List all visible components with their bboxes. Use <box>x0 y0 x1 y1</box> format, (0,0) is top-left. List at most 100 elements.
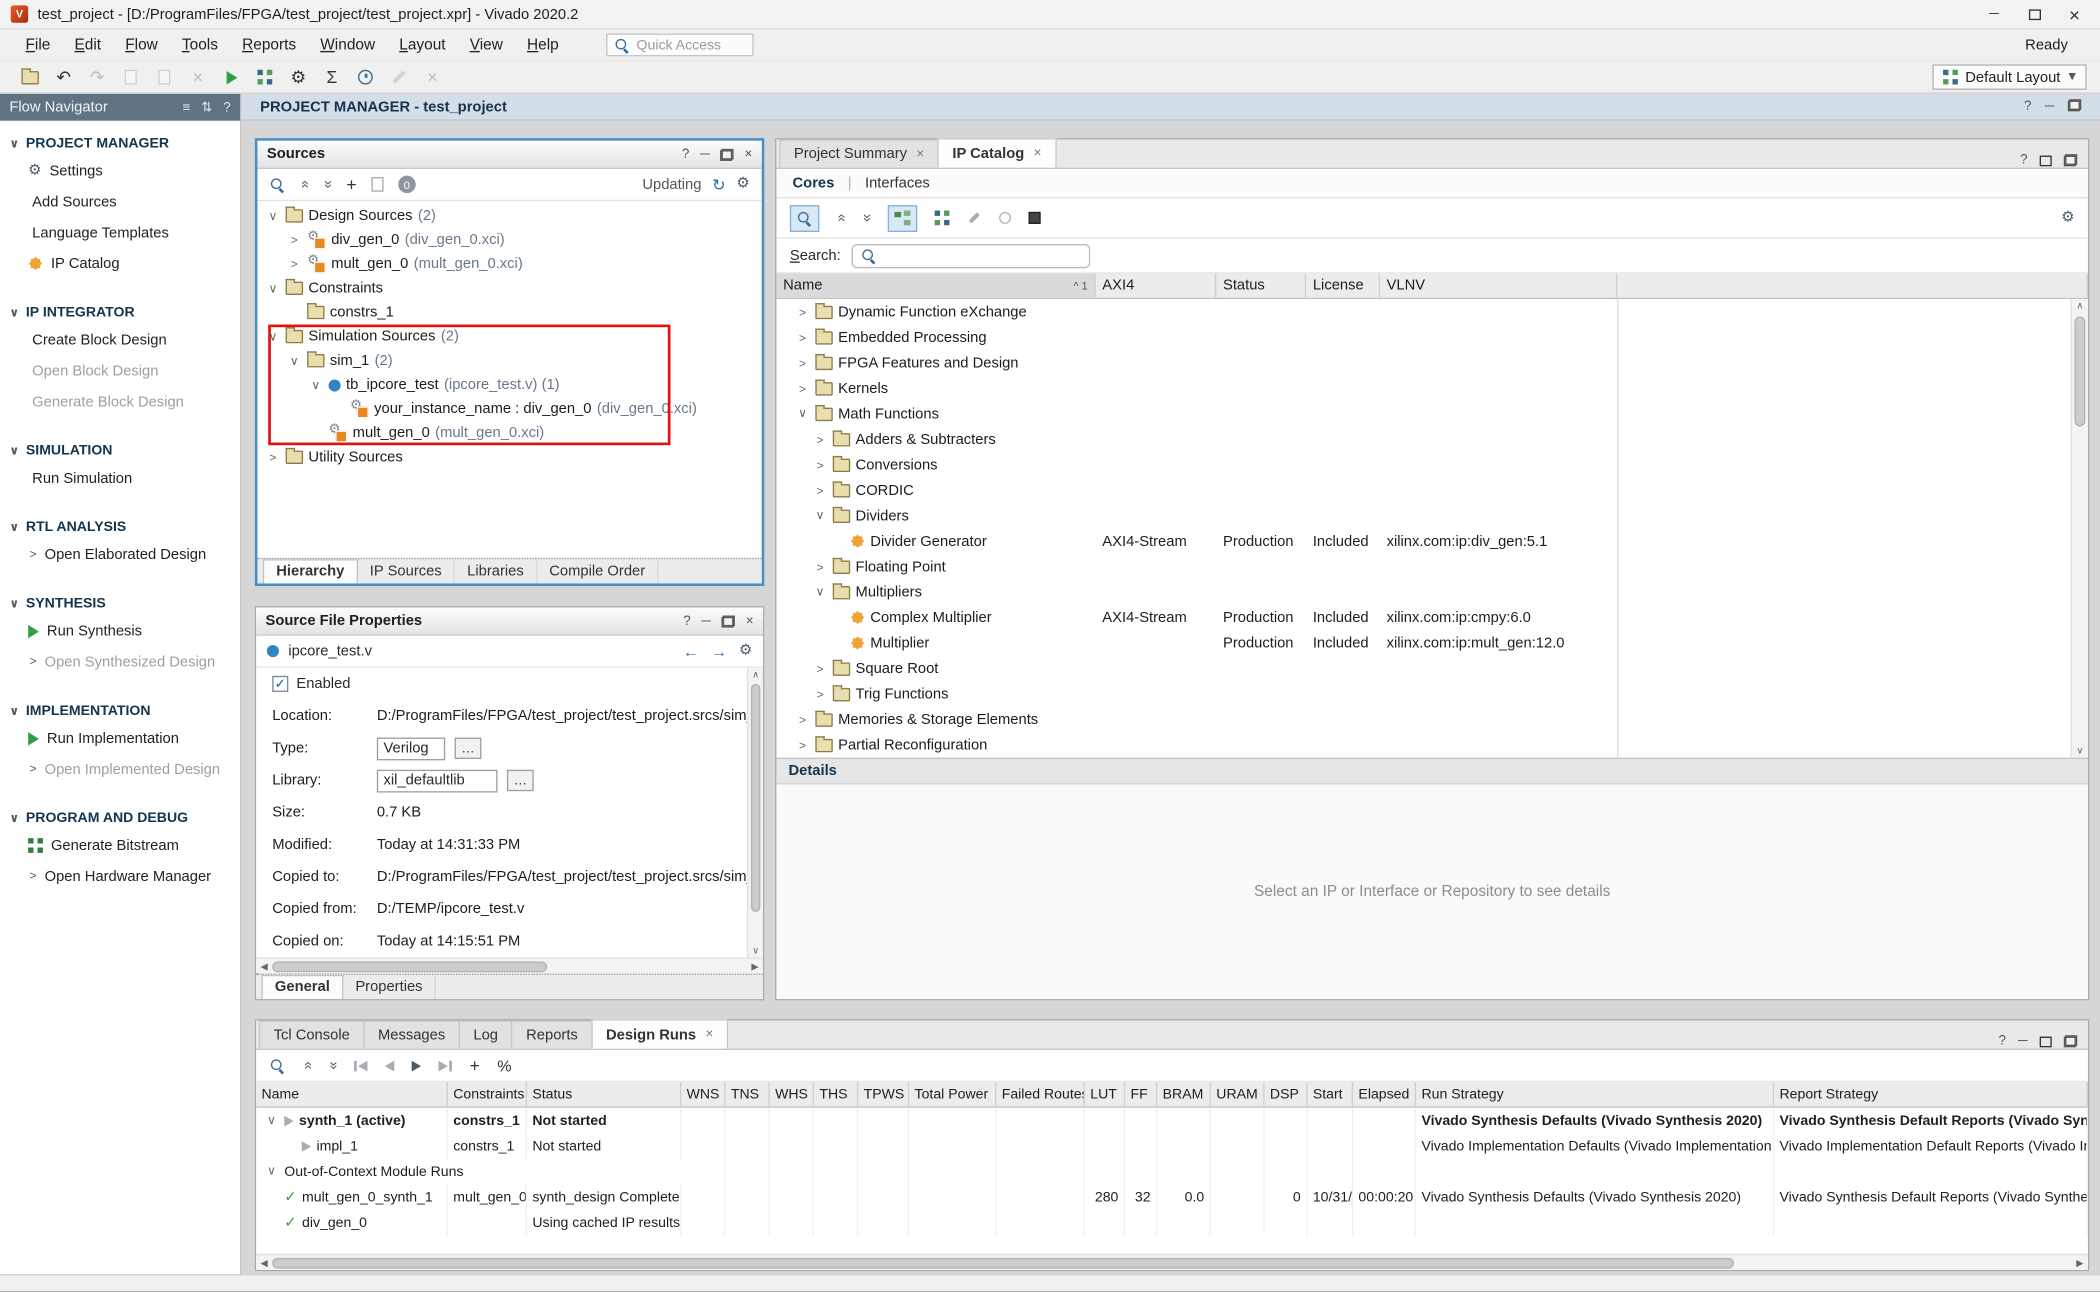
tree-arrow-icon[interactable]: > <box>795 356 810 369</box>
catalog-row[interactable]: >CORDIC <box>776 477 2070 502</box>
search-icon[interactable] <box>270 1057 286 1073</box>
float-icon[interactable] <box>722 615 735 627</box>
settings-gear-icon[interactable]: ⚙ <box>736 177 749 192</box>
menu-edit[interactable]: Edit <box>62 33 113 57</box>
help-icon[interactable]: ? <box>682 147 689 162</box>
help-icon[interactable]: ? <box>2020 153 2027 168</box>
cancel-icon[interactable]: × <box>416 64 450 91</box>
tab-reports[interactable]: Reports <box>511 1021 592 1049</box>
help-icon[interactable]: ? <box>683 614 690 629</box>
scrollbar-thumb[interactable] <box>272 1257 1734 1268</box>
tab-design-runs[interactable]: Design Runs× <box>591 1019 728 1049</box>
sidebar-item-create-block-design[interactable]: Create Block Design <box>0 325 240 356</box>
menu-file[interactable]: File <box>13 33 62 57</box>
redo-icon[interactable]: ↷ <box>80 64 114 91</box>
scrollbar-thumb[interactable] <box>272 961 547 972</box>
sidebar-item-open-elaborated-design[interactable]: >Open Elaborated Design <box>0 539 240 570</box>
tree-item[interactable]: ∨Simulation Sources(2) <box>257 325 761 349</box>
tree-arrow-icon[interactable]: ∨ <box>266 281 281 296</box>
sidebar-item-open-hardware-manager[interactable]: >Open Hardware Manager <box>0 861 240 892</box>
refresh-icon[interactable]: ↻ <box>712 176 725 192</box>
settings-gear-icon[interactable]: ⚙ <box>282 64 316 91</box>
skip-to-start-icon[interactable] <box>354 1060 367 1071</box>
step-back-icon[interactable] <box>385 1060 394 1071</box>
column-header-report-strategy[interactable]: Report Strategy <box>1774 1082 2088 1106</box>
paste-icon[interactable] <box>148 64 182 91</box>
tree-arrow-icon[interactable]: > <box>813 432 828 445</box>
column-header-dsp[interactable]: DSP <box>1265 1082 1308 1106</box>
catalog-row[interactable]: ∨Dividers <box>776 503 2070 528</box>
flow-section-header[interactable]: ∨SIMULATION <box>0 439 240 463</box>
tree-arrow-icon[interactable]: ∨ <box>813 508 828 523</box>
scroll-up-icon[interactable]: ∨ <box>2072 299 2088 314</box>
scroll-right-icon[interactable]: ▶ <box>747 958 763 974</box>
tree-arrow-icon[interactable]: ∨ <box>264 1164 279 1179</box>
menu-reports[interactable]: Reports <box>230 33 308 57</box>
expand-all-icon[interactable]: » <box>320 180 335 188</box>
scroll-right-icon[interactable]: ▶ <box>2072 1255 2088 1271</box>
tree-arrow-icon[interactable]: > <box>795 738 810 751</box>
sidebar-item-run-implementation[interactable]: Run Implementation <box>0 723 240 754</box>
run-row[interactable]: ∨Out-of-Context Module Runs <box>256 1159 2088 1184</box>
run-row[interactable]: impl_1constrs_1Not startedVivado Impleme… <box>256 1133 2088 1158</box>
tree-item[interactable]: ∨Constraints <box>257 276 761 300</box>
generate-ip-icon[interactable] <box>999 212 1011 224</box>
subtab-interfaces[interactable]: Interfaces <box>865 175 930 191</box>
tab-hierarchy[interactable]: Hierarchy <box>263 559 358 583</box>
collapse-all-icon[interactable]: « <box>300 1061 315 1069</box>
catalog-row[interactable]: >Dynamic Function eXchange <box>776 299 2070 324</box>
float-icon[interactable] <box>2064 1035 2077 1047</box>
file-icon[interactable] <box>371 177 383 192</box>
catalog-search-input[interactable] <box>851 243 1090 267</box>
sidebar-item-open-implemented-design[interactable]: >Open Implemented Design <box>0 754 240 785</box>
sidebar-item-generate-block-design[interactable]: Generate Block Design <box>0 386 240 417</box>
sidebar-item-add-sources[interactable]: Add Sources <box>0 186 240 217</box>
tab-messages[interactable]: Messages <box>363 1021 460 1049</box>
sidebar-item-language-templates[interactable]: Language Templates <box>0 217 240 248</box>
search-button[interactable] <box>790 205 820 232</box>
catalog-row[interactable]: Divider GeneratorAXI4-StreamProductionIn… <box>776 528 2070 553</box>
scroll-down-icon[interactable]: ∨ <box>748 943 763 958</box>
tree-arrow-icon[interactable]: ∨ <box>266 329 281 344</box>
tree-arrow-icon[interactable]: > <box>795 713 810 726</box>
column-header-license[interactable]: License <box>1306 274 1380 298</box>
tree-item[interactable]: >mult_gen_0(mult_gen_0.xci) <box>257 252 761 276</box>
close-tab-icon[interactable]: × <box>706 1027 714 1042</box>
flow-steps-icon[interactable] <box>248 64 282 91</box>
float-icon[interactable] <box>2064 154 2077 166</box>
tab-properties[interactable]: Properties <box>343 976 436 999</box>
column-header-axi4[interactable]: AXI4 <box>1096 274 1217 298</box>
property-input[interactable]: xil_defaultlib <box>377 769 498 792</box>
minimize-icon[interactable]: ─ <box>700 147 710 162</box>
help-icon[interactable]: ? <box>2024 99 2031 114</box>
open-file-icon[interactable] <box>13 64 47 91</box>
column-header-start[interactable]: Start <box>1307 1082 1353 1106</box>
expand-collapse-icon[interactable]: ⇅ <box>201 100 212 115</box>
window-maximize-button[interactable] <box>2014 1 2054 26</box>
collapse-all-icon[interactable]: « <box>834 214 849 222</box>
close-icon[interactable]: × <box>744 147 752 162</box>
delete-icon[interactable]: × <box>181 64 215 91</box>
tree-arrow-icon[interactable]: ∨ <box>287 353 302 368</box>
tree-arrow-icon[interactable]: ∨ <box>308 377 323 392</box>
subtab-cores[interactable]: Cores <box>793 175 835 191</box>
catalog-row[interactable]: >Partial Reconfiguration <box>776 732 2070 757</box>
flow-section-header[interactable]: ∨RTL ANALYSIS <box>0 515 240 539</box>
catalog-row[interactable]: >Embedded Processing <box>776 325 2070 350</box>
browse-button[interactable]: … <box>455 738 482 759</box>
sidebar-item-run-synthesis[interactable]: Run Synthesis <box>0 616 240 647</box>
menu-layout[interactable]: Layout <box>387 33 457 57</box>
catalog-row[interactable]: MultiplierProductionIncludedxilinx.com:i… <box>776 630 2070 655</box>
run-icon[interactable] <box>215 64 249 91</box>
menu-view[interactable]: View <box>458 33 515 57</box>
catalog-row[interactable]: >Adders & Subtracters <box>776 426 2070 451</box>
window-minimize-button[interactable]: ─ <box>1974 1 2014 26</box>
layout-selector[interactable]: Default Layout ▾ <box>1932 64 2087 89</box>
catalog-vertical-scrollbar[interactable]: ∨ ∨ <box>2071 299 2088 758</box>
column-header-uram[interactable]: URAM <box>1211 1082 1265 1106</box>
tree-item[interactable]: >Utility Sources <box>257 445 761 469</box>
flow-section-header[interactable]: ∨SYNTHESIS <box>0 591 240 615</box>
back-icon[interactable]: ← <box>683 642 699 661</box>
column-header-tpws[interactable]: TPWS <box>858 1082 909 1106</box>
sidebar-item-settings[interactable]: ⚙Settings <box>0 156 240 187</box>
